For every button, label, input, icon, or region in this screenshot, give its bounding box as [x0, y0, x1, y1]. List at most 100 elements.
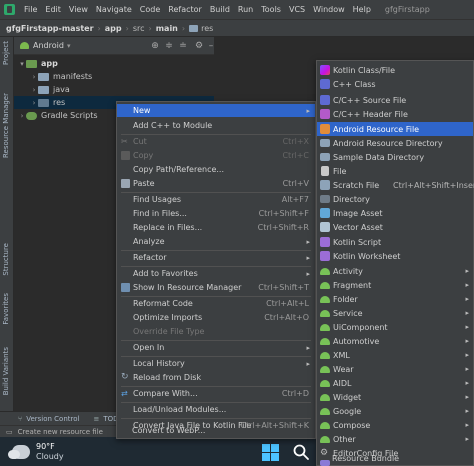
submenu-item-sample-data-directory[interactable]: Sample Data Directory	[317, 150, 473, 164]
tab-project[interactable]: Project	[2, 41, 10, 65]
chevron-right-icon[interactable]: ›	[30, 99, 38, 107]
submenu-item-resource-bundle-label[interactable]: Resource Bundle	[332, 454, 399, 463]
submenu-item-service[interactable]: Service ▸	[317, 306, 473, 320]
tree-item-java[interactable]: › java	[14, 83, 214, 96]
submenu-item-folder[interactable]: Folder ▸	[317, 292, 473, 306]
cpp-source-icon	[320, 95, 330, 105]
submenu-item-cpp-class[interactable]: C++ Class	[317, 77, 473, 91]
menu-item-refactor[interactable]: Refactor ▸	[117, 251, 315, 264]
search-icon[interactable]	[292, 443, 310, 461]
layout-icon: ▭	[6, 427, 13, 436]
menu-item-paste[interactable]: Paste Ctrl+V	[117, 177, 315, 190]
chevron-right-icon[interactable]: ›	[30, 86, 38, 94]
submenu-item-compose[interactable]: Compose ▸	[317, 418, 473, 432]
menu-item-add-cpp[interactable]: Add C++ to Module	[117, 119, 315, 132]
menu-item-copy-path[interactable]: Copy Path/Reference...	[117, 163, 315, 176]
menu-code[interactable]: Code	[136, 5, 164, 14]
submenu-item-directory[interactable]: Directory	[317, 192, 473, 206]
breadcrumb-src[interactable]: src	[133, 24, 145, 33]
tree-item-manifests[interactable]: › manifests	[14, 70, 214, 83]
chevron-right-icon[interactable]: ›	[30, 73, 38, 81]
menu-item-reformat-code[interactable]: Reformat Code Ctrl+Alt+L	[117, 297, 315, 310]
locate-icon[interactable]: ⊕	[150, 41, 160, 51]
weather-widget[interactable]: 90°F Cloudy	[36, 442, 64, 462]
submenu-item-fragment[interactable]: Fragment ▸	[317, 278, 473, 292]
submenu-item-aidl[interactable]: AIDL ▸	[317, 376, 473, 390]
submenu-item-widget[interactable]: Widget ▸	[317, 390, 473, 404]
tab-resource-manager[interactable]: Resource Manager	[2, 93, 10, 158]
menu-file[interactable]: File	[20, 5, 41, 14]
tab-structure[interactable]: Structure	[2, 243, 10, 276]
menu-refactor[interactable]: Refactor	[164, 5, 206, 14]
kotlin-worksheet-icon	[320, 251, 330, 261]
breadcrumb-app[interactable]: app	[105, 24, 122, 33]
menu-item-convert-to-webp-label[interactable]: Convert to WebP...	[132, 426, 205, 435]
menu-item-cut[interactable]: ✂ Cut Ctrl+X	[117, 135, 315, 148]
menu-item-replace-in-files[interactable]: Replace in Files... Ctrl+Shift+R	[117, 221, 315, 234]
compare-icon: ⇄	[121, 389, 128, 398]
menu-item-compare-with[interactable]: ⇄ Compare With... Ctrl+D	[117, 387, 315, 400]
tree-item-app[interactable]: ▾ app	[14, 57, 214, 70]
menu-item-load-unload-modules[interactable]: Load/Unload Modules...	[117, 403, 315, 416]
submenu-item-kotlin-class[interactable]: Kotlin Class/File	[317, 63, 473, 77]
menu-help[interactable]: Help	[349, 5, 375, 14]
breadcrumb-project[interactable]: gfgFirstapp-master	[6, 24, 94, 33]
submenu-item-file[interactable]: File	[317, 164, 473, 178]
submenu-item-uicomponent[interactable]: UiComponent ▸	[317, 320, 473, 334]
expand-all-icon[interactable]: ≐	[178, 41, 188, 51]
submenu-item-google[interactable]: Google ▸	[317, 404, 473, 418]
submenu-item-wear[interactable]: Wear ▸	[317, 362, 473, 376]
project-view-select[interactable]: Android	[33, 41, 64, 50]
menu-item-analyze[interactable]: Analyze ▸	[117, 235, 315, 248]
menu-edit[interactable]: Edit	[41, 5, 65, 14]
menu-window[interactable]: Window	[309, 5, 349, 14]
tab-favorites[interactable]: Favorites	[2, 293, 10, 325]
chevron-right-icon: ▸	[465, 379, 469, 387]
menu-item-find-usages[interactable]: Find Usages Alt+F7	[117, 193, 315, 206]
menu-view[interactable]: View	[65, 5, 92, 14]
submenu-item-vector-asset[interactable]: Vector Asset	[317, 220, 473, 234]
submenu-item-activity[interactable]: Activity ▸	[317, 264, 473, 278]
menu-item-override-file-type[interactable]: Override File Type	[117, 325, 315, 338]
breadcrumb-res[interactable]: res	[201, 24, 213, 33]
submenu-item-cpp-header[interactable]: C/C++ Header File	[317, 107, 473, 121]
tab-build-variants[interactable]: Build Variants	[2, 347, 10, 395]
breadcrumb: gfgFirstapp-master › app › src › main › …	[0, 19, 474, 37]
submenu-item-kotlin-worksheet[interactable]: Kotlin Worksheet	[317, 249, 473, 263]
tab-version-control[interactable]: Version Control	[26, 415, 79, 423]
breadcrumb-main[interactable]: main	[156, 24, 178, 33]
chevron-down-icon[interactable]: ▾	[67, 42, 71, 50]
menu-item-show-in-resource-manager[interactable]: Show In Resource Manager Ctrl+Shift+T	[117, 281, 315, 294]
submenu-item-cpp-source[interactable]: C/C++ Source File	[317, 93, 473, 107]
menu-item-add-to-favorites[interactable]: Add to Favorites ▸	[117, 267, 315, 280]
menu-navigate[interactable]: Navigate	[92, 5, 136, 14]
menu-item-new[interactable]: New ▸	[117, 104, 315, 117]
hide-icon[interactable]: –	[206, 41, 216, 51]
submenu-item-scratch-file[interactable]: Scratch File Ctrl+Alt+Shift+Insert	[317, 178, 474, 192]
chevron-right-icon[interactable]: ›	[18, 112, 26, 120]
submenu-item-xml[interactable]: XML ▸	[317, 348, 473, 362]
gear-icon[interactable]: ⚙	[194, 41, 204, 51]
submenu-item-android-resource-directory[interactable]: Android Resource Directory	[317, 136, 473, 150]
submenu-item-image-asset[interactable]: Image Asset	[317, 206, 473, 220]
menu-item-reload-from-disk[interactable]: ↻ Reload from Disk	[117, 371, 315, 384]
submenu-item-automotive[interactable]: Automotive ▸	[317, 334, 473, 348]
menu-item-optimize-imports[interactable]: Optimize Imports Ctrl+Alt+O	[117, 311, 315, 324]
menu-tools[interactable]: Tools	[257, 5, 285, 14]
tree-label: res	[53, 98, 66, 107]
new-submenu: Kotlin Class/File C++ Class C/C++ Source…	[316, 60, 474, 466]
menu-item-open-in[interactable]: Open In ▸	[117, 341, 315, 354]
menu-build[interactable]: Build	[206, 5, 234, 14]
chevron-down-icon[interactable]: ▾	[18, 60, 26, 68]
submenu-item-kotlin-script[interactable]: Kotlin Script	[317, 235, 473, 249]
menu-item-find-in-files[interactable]: Find in Files... Ctrl+Shift+F	[117, 207, 315, 220]
submenu-item-android-resource-file[interactable]: Android Resource File	[317, 122, 473, 136]
menu-item-copy[interactable]: Copy Ctrl+C	[117, 149, 315, 162]
menu-item-local-history[interactable]: Local History ▸	[117, 357, 315, 370]
menu-vcs[interactable]: VCS	[285, 5, 309, 14]
collapse-all-icon[interactable]: ≑	[164, 41, 174, 51]
windows-start-icon[interactable]	[262, 444, 279, 461]
menu-run[interactable]: Run	[234, 5, 257, 14]
image-icon	[320, 208, 330, 218]
submenu-item-other[interactable]: Other ▸	[317, 432, 473, 446]
